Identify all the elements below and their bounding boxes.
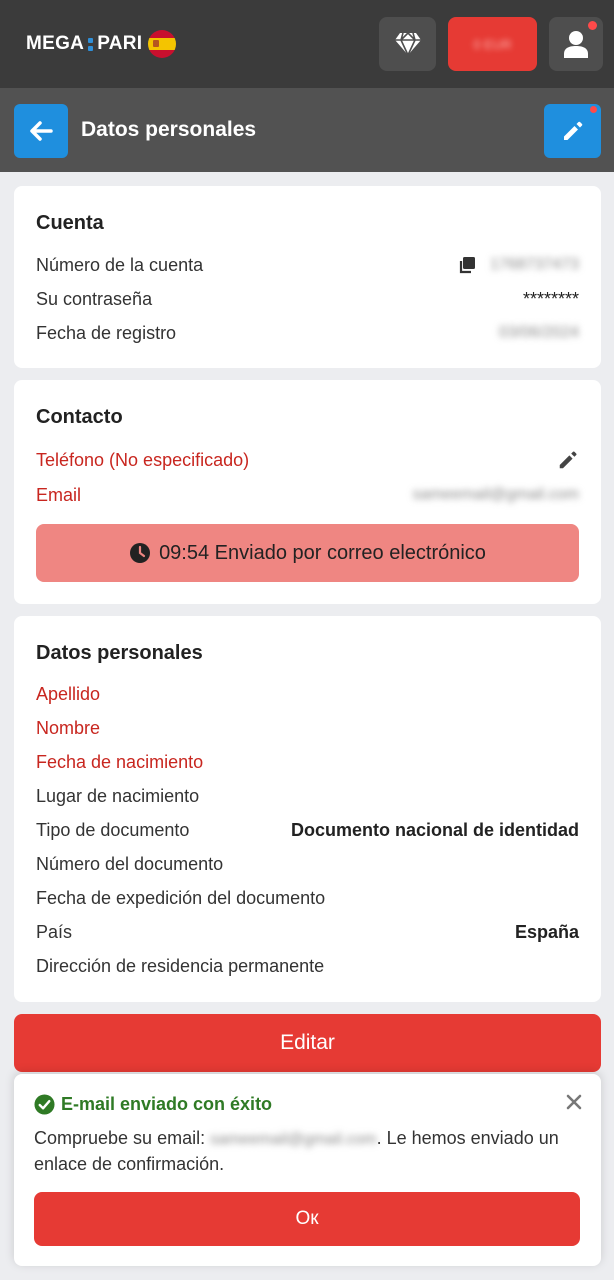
email-sent-text: 09:54 Enviado por correo electrónico (159, 541, 486, 564)
toast-title: E-mail enviado con éxito (61, 1094, 273, 1114)
country-label: País (36, 921, 73, 942)
spain-flag-icon (148, 30, 177, 58)
check-circle-icon (34, 1094, 55, 1115)
document-type-value: Documento nacional de identidad (290, 819, 579, 840)
password-label: Su contraseña (36, 288, 153, 309)
phone-row[interactable]: Teléfono (No especificado) (36, 448, 579, 472)
top-bar: MEGA PARI 0 EUR (0, 0, 614, 88)
password-row: Su contraseña ******** (36, 287, 579, 311)
notification-dot (590, 106, 597, 113)
document-number-label: Número del documento (36, 853, 224, 874)
copy-icon[interactable] (458, 256, 476, 274)
account-number-value-group: 1768737473 (458, 256, 579, 274)
contact-card: Contacto Teléfono (No especificado) Emai… (14, 380, 601, 604)
name-row: Nombre (36, 716, 579, 740)
document-issue-date-label: Fecha de expedición del documento (36, 887, 326, 908)
address-row: Dirección de residencia permanente (36, 954, 579, 978)
balance-button[interactable]: 0 EUR (448, 17, 537, 71)
toast-title-group: E-mail enviado con éxito (34, 1094, 272, 1115)
name-label: Nombre (36, 717, 101, 738)
document-type-label: Tipo de documento (36, 819, 190, 840)
toast-message: Compruebe su email: sameemail@gmail.com.… (34, 1126, 564, 1176)
profile-button[interactable] (549, 17, 603, 71)
balance-amount: 0 EUR (473, 36, 512, 52)
user-icon (564, 31, 588, 58)
birth-date-label: Fecha de nacimiento (36, 751, 204, 772)
account-number-label: Número de la cuenta (36, 254, 204, 275)
personal-data-title: Datos personales (36, 642, 203, 664)
document-type-row: Tipo de documento Documento nacional de … (36, 818, 579, 842)
document-number-row: Número del documento (36, 852, 579, 876)
birth-place-row: Lugar de nacimiento (36, 784, 579, 808)
close-icon (566, 1094, 582, 1110)
birth-place-label: Lugar de nacimiento (36, 785, 200, 806)
back-button[interactable] (14, 104, 68, 158)
edit-button[interactable]: Editar (14, 1014, 601, 1072)
email-value: sameemail@gmail.com (412, 486, 579, 503)
country-row: País España (36, 920, 579, 944)
toast-message-before: Compruebe su email: (34, 1128, 211, 1148)
surname-label: Apellido (36, 683, 101, 704)
edit-profile-button[interactable] (544, 104, 601, 158)
account-card: Cuenta Número de la cuenta 1768737473 Su… (14, 186, 601, 368)
megapari-logo[interactable]: MEGA PARI (26, 30, 177, 58)
sub-header: Datos personales (0, 88, 614, 172)
surname-row: Apellido (36, 682, 579, 706)
toast-close-button[interactable] (562, 1090, 586, 1114)
document-issue-date-row: Fecha de expedición del documento (36, 886, 579, 910)
contact-title: Contacto (36, 406, 123, 428)
page-title: Datos personales (81, 118, 257, 141)
phone-label: Teléfono (No especificado) (36, 449, 250, 470)
country-value: España (514, 921, 579, 942)
arrow-left-icon (30, 121, 53, 141)
birth-date-row: Fecha de nacimiento (36, 750, 579, 774)
logo-text-right: PARI (97, 33, 143, 54)
pencil-icon[interactable] (557, 449, 579, 471)
address-label: Dirección de residencia permanente (36, 955, 325, 976)
logo-dots (88, 37, 94, 51)
ok-button[interactable]: Ок (34, 1192, 580, 1246)
toast-message-email: sameemail@gmail.com (210, 1131, 377, 1148)
password-value: ******** (522, 288, 579, 309)
registration-date-label: Fecha de registro (36, 322, 177, 343)
email-sent-toast: E-mail enviado con éxito Compruebe su em… (14, 1074, 601, 1266)
personal-data-card: Datos personales Apellido Nombre Fecha d… (14, 616, 601, 1002)
email-label: Email (36, 484, 82, 505)
account-number-value: 1768737473 (490, 256, 579, 273)
logo-text-left: MEGA (26, 33, 85, 54)
registration-date-row: Fecha de registro 03/06/2024 (36, 321, 579, 345)
account-number-row: Número de la cuenta 1768737473 (36, 253, 579, 277)
registration-date-value: 03/06/2024 (498, 324, 579, 341)
diamond-icon (394, 32, 421, 56)
clock-icon (130, 543, 151, 563)
email-row: Email sameemail@gmail.com (36, 483, 579, 507)
account-title: Cuenta (36, 212, 104, 234)
pencil-icon (563, 121, 582, 140)
vip-diamond-button[interactable] (379, 17, 436, 71)
email-sent-banner: 09:54 Enviado por correo electrónico (36, 524, 579, 582)
notification-dot (588, 21, 597, 30)
